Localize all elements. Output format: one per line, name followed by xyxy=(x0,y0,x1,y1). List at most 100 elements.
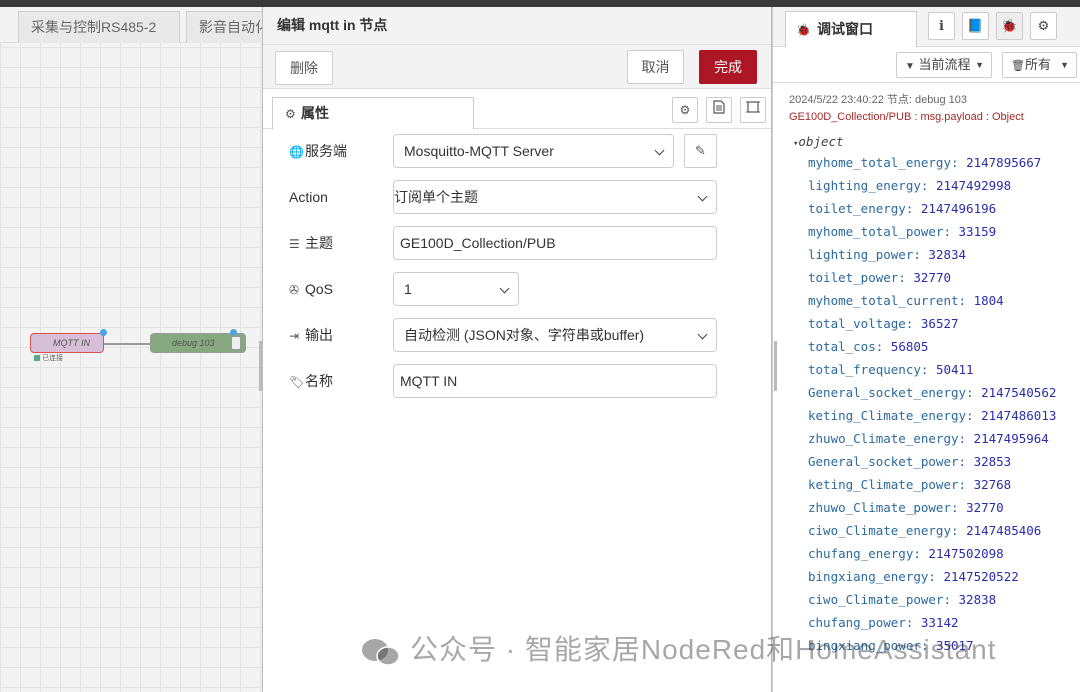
edit-server-button[interactable]: ✎ xyxy=(684,134,717,168)
mqtt-in-node[interactable]: MQTT IN xyxy=(30,329,107,353)
tray-title: 编辑 mqtt in 节点 xyxy=(263,7,771,45)
delete-button[interactable]: 删除 xyxy=(275,51,333,85)
qos-label-text: QoS xyxy=(305,281,334,297)
tray-toolbar: 删除 取消 完成 xyxy=(263,45,771,89)
debug-property: total_frequency: 50411 xyxy=(808,362,974,377)
debug-node[interactable]: debug 103 xyxy=(150,329,246,353)
filter-current-flow[interactable]: ▼ 当前流程 ▼ xyxy=(896,52,992,78)
debug-property-value: 2147492998 xyxy=(935,178,1012,193)
debug-property-key: myhome_total_current xyxy=(808,293,959,308)
done-button[interactable]: 完成 xyxy=(699,50,757,84)
appearance-tab-button[interactable] xyxy=(740,97,766,123)
debug-property: total_cos: 56805 xyxy=(808,339,929,354)
object-properties: myhome_total_energy: 2147895667 lighting_… xyxy=(808,155,1078,661)
debug-property: keting_Climate_power: 32768 xyxy=(808,477,1012,492)
node-status: 已连接 xyxy=(34,353,63,363)
debug-property: toilet_energy: 2147496196 xyxy=(808,201,997,216)
debug-toggle-button[interactable] xyxy=(231,336,241,350)
debug-property-key: total_cos xyxy=(808,339,876,354)
name-label-text: 名称 xyxy=(305,373,333,389)
filter-current-flow-label: 当前流程 xyxy=(918,57,971,72)
debug-property-value: 56805 xyxy=(890,339,929,354)
debug-button[interactable]: 🐞 xyxy=(996,12,1023,40)
action-label: Action xyxy=(289,189,328,205)
tab-flow-av[interactable]: 影音自动化 xyxy=(186,11,262,43)
debug-property-key: zhuwo_Climate_power xyxy=(808,500,951,515)
tab-flow-rs485[interactable]: 采集与控制RS485-2 xyxy=(18,11,180,43)
tab-properties-label: 属性 xyxy=(301,105,329,121)
debug-property-key: myhome_total_power xyxy=(808,224,944,239)
object-toggle[interactable]: ▾object xyxy=(793,134,844,149)
topic-input[interactable]: GE100D_Collection/PUB xyxy=(393,226,717,260)
debug-property-key: myhome_total_energy xyxy=(808,155,951,170)
name-input[interactable]: MQTT IN xyxy=(393,364,717,398)
sidebar-resize-handle[interactable] xyxy=(774,341,777,391)
sign-out-icon: ⇥ xyxy=(289,329,300,343)
debug-property-value: 2147502098 xyxy=(928,546,1004,561)
description-tab-button[interactable] xyxy=(706,97,732,123)
debug-property: myhome_total_power: 33159 xyxy=(808,224,997,239)
debug-property-value: 2147496196 xyxy=(920,201,997,216)
bug-icon: 🐞 xyxy=(1001,18,1018,33)
debug-property-key: total_voltage xyxy=(808,316,906,331)
qos-select[interactable]: 1 xyxy=(393,272,519,306)
server-select[interactable]: Mosquitto-MQTT Server xyxy=(393,134,674,168)
cancel-button[interactable]: 取消 xyxy=(627,50,684,84)
settings-tab-button[interactable]: ⚙ xyxy=(672,97,698,123)
topic-label-text: 主题 xyxy=(305,235,333,251)
debug-property-key: General_socket_power xyxy=(808,454,959,469)
pencil-icon: ✎ xyxy=(695,143,706,158)
help-button[interactable]: 📘 xyxy=(962,12,989,40)
sidebar-tabbar: 🐞 调试窗口 i 📘 🐞 ⚙ xyxy=(773,7,1080,48)
config-button[interactable]: ⚙ xyxy=(1030,12,1057,40)
debug-property-value: 32838 xyxy=(958,592,997,607)
debug-property-value: 32770 xyxy=(966,500,1004,515)
debug-property-key: chufang_energy xyxy=(808,546,914,561)
output-row: ⇥ 输出 自动检测 (JSON对象、字符串或buffer) xyxy=(263,318,773,352)
tab-properties[interactable]: ⚙ 属性 xyxy=(272,97,474,130)
bug-icon: 🐞 xyxy=(796,23,811,37)
info-button[interactable]: i xyxy=(928,12,955,40)
output-label: ⇥ 输出 xyxy=(289,318,333,353)
output-label-text: 输出 xyxy=(305,327,333,343)
debug-property: total_voltage: 36527 xyxy=(808,316,959,331)
output-select[interactable]: 自动检测 (JSON对象、字符串或buffer) xyxy=(393,318,717,352)
status-dot-icon xyxy=(34,355,40,362)
flow-workspace[interactable]: 采集与控制RS485-2 影音自动化 MQTT IN 已连接 debug 103 xyxy=(0,7,262,692)
filter-icon: ▼ xyxy=(905,61,915,72)
gear-icon: ⚙ xyxy=(679,103,691,117)
trash-icon: 🗑 xyxy=(1011,60,1025,72)
tasks-icon: ☰ xyxy=(289,237,300,251)
output-port[interactable] xyxy=(100,329,107,336)
info-icon: i xyxy=(939,19,944,34)
debug-property-key: ciwo_Climate_power xyxy=(808,592,944,607)
debug-property-value: 2147485406 xyxy=(966,523,1042,538)
tab-debug-label: 调试窗口 xyxy=(816,21,873,37)
filter-all-label: 所有 xyxy=(1024,57,1051,72)
debug-property: chufang_energy: 2147502098 xyxy=(808,546,1004,561)
debug-sidebar: 🐞 调试窗口 i 📘 🐞 ⚙ ▼ 当前流程 ▼ 🗑所有 ▼ 2024/5/22 23:… xyxy=(772,7,1080,692)
topic-label: ☰ 主题 xyxy=(289,226,333,261)
debug-property-value: 1804 xyxy=(973,293,1004,308)
debug-property: keting_Climate_energy: 2147486013 xyxy=(808,408,1057,423)
debug-property: lighting_energy: 2147492998 xyxy=(808,178,1012,193)
tab-debug[interactable]: 🐞 调试窗口 xyxy=(785,11,917,48)
mqtt-in-node-label: MQTT IN xyxy=(53,338,90,348)
debug-property: zhuwo_Climate_power: 32770 xyxy=(808,500,1004,515)
action-select[interactable]: 订阅单个主题 xyxy=(393,180,717,214)
message-topic[interactable]: GE100D_Collection/PUB : msg.payload : Ob… xyxy=(789,111,1024,123)
name-row: 🏷名称 MQTT IN xyxy=(263,364,773,398)
qos-row: ✇ QoS 1 xyxy=(263,272,773,306)
debug-property: ciwo_Climate_energy: 2147485406 xyxy=(808,523,1042,538)
tray-resize-handle[interactable] xyxy=(259,341,262,391)
topic-row: ☰ 主题 GE100D_Collection/PUB xyxy=(263,226,773,260)
debug-property-key: toilet_power xyxy=(808,270,899,285)
debug-property-key: total_frequency xyxy=(808,362,921,377)
name-label: 🏷名称 xyxy=(289,364,333,399)
watermark: 公众号 · 智能家居NodeRed和HomeAssistant xyxy=(360,628,996,668)
filter-all[interactable]: 🗑所有 ▼ xyxy=(1002,52,1077,78)
flow-wire[interactable] xyxy=(104,343,150,345)
debug-node-label: debug 103 xyxy=(172,338,215,348)
debug-filterbar: ▼ 当前流程 ▼ 🗑所有 ▼ xyxy=(773,47,1080,83)
debug-property-value: 32768 xyxy=(973,477,1012,492)
